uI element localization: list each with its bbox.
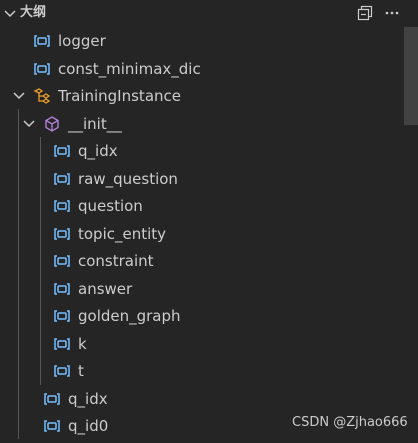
tree-item-k[interactable]: k — [0, 330, 400, 357]
vertical-scrollbar-thumb[interactable] — [404, 27, 418, 125]
tree-item-label: k — [78, 335, 87, 353]
tree-item-label: q_id0 — [68, 417, 109, 435]
tree-item-label: t — [78, 362, 84, 380]
tree-item-raw-question[interactable]: raw_question — [0, 165, 400, 192]
outline-title: 大纲 — [20, 5, 47, 20]
method-icon — [45, 116, 59, 132]
variable-icon — [34, 63, 50, 75]
variable-icon — [54, 255, 70, 267]
tree-item-label: q_idx — [78, 142, 118, 160]
tree-item-golden-graph[interactable]: golden_graph — [0, 302, 400, 329]
variable-icon — [34, 35, 50, 47]
chevron-down-icon[interactable] — [20, 116, 38, 132]
tree-item-init[interactable]: __init__ — [0, 110, 400, 137]
variable-icon — [54, 365, 70, 377]
tree-item-label: raw_question — [78, 170, 178, 188]
tree-item-constraint[interactable]: constraint — [0, 247, 400, 274]
tree-item-label: answer — [78, 280, 133, 298]
variable-icon — [44, 393, 60, 405]
collapse-all-icon — [357, 5, 373, 21]
tree-item-q-idx[interactable]: q_idx — [0, 385, 400, 412]
chevron-down-icon[interactable] — [10, 88, 28, 104]
more-actions-button[interactable] — [382, 3, 402, 23]
tree-item-label: constraint — [78, 252, 154, 270]
watermark: CSDN @Zjhao666 — [292, 415, 408, 430]
tree-item-label: topic_entity — [78, 225, 167, 243]
ellipsis-icon — [385, 11, 399, 15]
tree-item-q-idx[interactable]: q_idx — [0, 137, 400, 164]
tree-item-t[interactable]: t — [0, 357, 400, 384]
variable-icon — [54, 338, 70, 350]
tree-item-label: const_minimax_dic — [58, 60, 201, 78]
tree-item-traininginstance[interactable]: TrainingInstance — [0, 82, 400, 109]
collapse-all-button[interactable] — [355, 3, 375, 23]
outline-panel: 大纲 logger const_minimax_dic TrainingInst… — [0, 0, 418, 443]
tree-item-label: golden_graph — [78, 307, 181, 325]
variable-icon — [54, 173, 70, 185]
class-icon — [33, 88, 51, 104]
tree-item-logger[interactable]: logger — [0, 27, 400, 54]
tree-item-label: __init__ — [68, 115, 122, 133]
tree-item-answer[interactable]: answer — [0, 275, 400, 302]
outline-header[interactable]: 大纲 — [0, 0, 418, 27]
tree-item-label: question — [78, 197, 143, 215]
variable-icon — [54, 310, 70, 322]
chevron-down-icon[interactable] — [2, 5, 18, 21]
tree-item-topic-entity[interactable]: topic_entity — [0, 220, 400, 247]
variable-icon — [54, 228, 70, 240]
variable-icon — [54, 145, 70, 157]
variable-icon — [54, 283, 70, 295]
variable-icon — [44, 420, 60, 432]
tree-item-question[interactable]: question — [0, 192, 400, 219]
tree-item-label: logger — [58, 32, 106, 50]
tree-item-label: TrainingInstance — [58, 87, 181, 105]
tree-item-const-minimax-dic[interactable]: const_minimax_dic — [0, 55, 400, 82]
tree-item-label: q_idx — [68, 390, 108, 408]
variable-icon — [54, 200, 70, 212]
